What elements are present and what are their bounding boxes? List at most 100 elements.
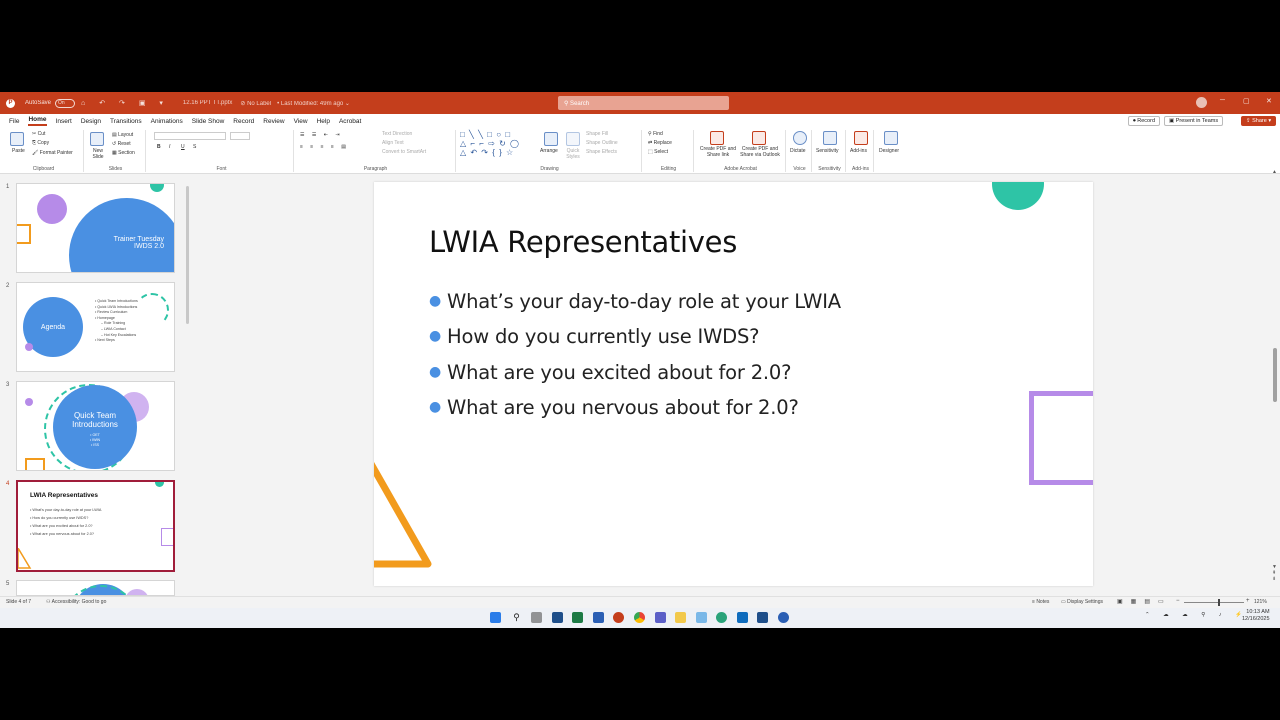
- sensitivity-icon[interactable]: [823, 131, 837, 145]
- shape-fill-button[interactable]: Shape Fill: [586, 131, 608, 137]
- pdf-outlook-icon[interactable]: [752, 131, 766, 145]
- align-buttons[interactable]: ≡ ≡ ≡ ≡ ▤: [300, 144, 349, 150]
- outlook-icon[interactable]: [737, 612, 748, 623]
- thumbnail-scrollbar[interactable]: [186, 182, 190, 594]
- clock[interactable]: 10:13 AM 12/16/2025: [1242, 609, 1270, 623]
- quick-access-toolbar[interactable]: ⌂ ↶ ↷ ▣ ▾: [81, 99, 169, 107]
- new-slide-button[interactable]: New Slide: [88, 148, 108, 160]
- addins-icon[interactable]: [854, 131, 868, 145]
- slide-canvas[interactable]: LWIA Representatives ● What’s your day-to…: [374, 182, 1093, 586]
- app-icon[interactable]: [757, 612, 768, 623]
- microphone-icon[interactable]: [793, 131, 807, 145]
- bullet-item[interactable]: ● What’s your day-to-day role at your LWI…: [429, 290, 841, 313]
- record-button[interactable]: ⏺ Record: [1128, 116, 1161, 126]
- select-button[interactable]: ⬚ Select: [648, 149, 668, 155]
- task-view-icon[interactable]: [531, 612, 542, 623]
- excel-icon[interactable]: [572, 612, 583, 623]
- thumbnail-slide-2[interactable]: Agenda • Quick Team Introductions • Quic…: [16, 282, 175, 372]
- file-explorer-icon[interactable]: [675, 612, 686, 623]
- tab-home[interactable]: Home: [28, 116, 47, 126]
- scrollbar-thumb[interactable]: [186, 186, 189, 324]
- format-painter-button[interactable]: 🖌 Format Painter: [32, 150, 73, 156]
- slide-bullet-list[interactable]: ● What’s your day-to-day role at your LWI…: [429, 290, 841, 432]
- slide-scrollbar[interactable]: ▲ ▼ ⇞ ⇟: [1272, 169, 1278, 588]
- app-icon[interactable]: [552, 612, 563, 623]
- thumbnail-slide-4[interactable]: LWIA Representatives • What's your day-t…: [16, 480, 175, 572]
- tab-acrobat[interactable]: Acrobat: [339, 118, 361, 125]
- close-button[interactable]: ✕: [1266, 97, 1272, 105]
- underline-button[interactable]: U: [181, 144, 185, 150]
- document-title[interactable]: 12.16 PPT TT.pptx: [183, 100, 232, 106]
- tab-review[interactable]: Review: [263, 118, 284, 125]
- tab-slide-show[interactable]: Slide Show: [192, 118, 225, 125]
- designer-button[interactable]: Designer: [879, 148, 899, 154]
- autosave-toggle[interactable]: On: [55, 98, 76, 108]
- shape-outline-button[interactable]: Shape Outline: [586, 140, 618, 146]
- bullet-item[interactable]: ● How do you currently use IWDS?: [429, 325, 841, 348]
- quick-styles-button[interactable]: Quick Styles: [564, 148, 582, 160]
- bold-button[interactable]: B: [157, 144, 161, 150]
- tab-transitions[interactable]: Transitions: [110, 118, 142, 125]
- create-pdf-share-link-button[interactable]: Create PDF and Share link: [698, 146, 738, 158]
- dictate-button[interactable]: Dictate: [790, 148, 806, 154]
- tab-insert[interactable]: Insert: [56, 118, 72, 125]
- tab-file[interactable]: File: [9, 118, 19, 125]
- word-icon[interactable]: [593, 612, 604, 623]
- convert-smartart-button[interactable]: Convert to SmartArt: [382, 149, 426, 155]
- accessibility-status[interactable]: ⚇ Accessibility: Good to go: [46, 599, 106, 605]
- find-button[interactable]: ⚲ Find: [648, 131, 663, 137]
- replace-button[interactable]: ⇄ Replace: [648, 140, 672, 146]
- italic-button[interactable]: I: [169, 144, 170, 150]
- tab-record[interactable]: Record: [233, 118, 254, 125]
- shapes-gallery[interactable]: □ ╲ ╲ □ ○ □ △ ⌐ ⌐ ⇨ ↻ ◯ △ ↶ ↷ { } ☆: [460, 130, 520, 157]
- shadow-button[interactable]: S: [193, 144, 196, 150]
- app-icon[interactable]: [696, 612, 707, 623]
- font-size-select[interactable]: [230, 132, 250, 140]
- align-text-button[interactable]: Align Text: [382, 140, 404, 146]
- app-icon[interactable]: [778, 612, 789, 623]
- minimize-button[interactable]: ─: [1220, 97, 1225, 104]
- arrange-button[interactable]: Arrange: [540, 148, 558, 154]
- notes-button[interactable]: ≡ Notes: [1032, 599, 1049, 605]
- search-icon[interactable]: ⚲: [511, 612, 522, 623]
- tab-design[interactable]: Design: [81, 118, 101, 125]
- scroll-up-icon[interactable]: ▲: [1272, 169, 1277, 175]
- tab-help[interactable]: Help: [317, 118, 330, 125]
- designer-icon[interactable]: [884, 131, 898, 145]
- layout-button[interactable]: ▤ Layout: [112, 132, 133, 138]
- quick-styles-icon[interactable]: [566, 132, 580, 146]
- powerpoint-icon[interactable]: [613, 612, 624, 623]
- edge-icon[interactable]: [716, 612, 727, 623]
- bullet-item[interactable]: ● What are you nervous about for 2.0?: [429, 396, 841, 419]
- create-pdf-outlook-button[interactable]: Create PDF and Share via Outlook: [736, 146, 784, 158]
- last-modified[interactable]: • Last Modified: 49m ago ⌄: [277, 100, 350, 107]
- addins-button[interactable]: Add-ins: [850, 148, 867, 154]
- new-slide-icon[interactable]: [90, 132, 104, 146]
- sensitivity-button[interactable]: Sensitivity: [816, 148, 839, 154]
- tab-view[interactable]: View: [294, 118, 308, 125]
- thumbnail-slide-1[interactable]: Trainer Tuesday IWDS 2.0: [16, 183, 175, 273]
- zoom-in-button[interactable]: +: [1246, 598, 1250, 604]
- scroll-down-icon[interactable]: ▼ ⇞ ⇟: [1272, 564, 1277, 582]
- tab-animations[interactable]: Animations: [151, 118, 183, 125]
- zoom-out-button[interactable]: −: [1176, 598, 1180, 604]
- arrange-icon[interactable]: [544, 132, 558, 146]
- teams-icon[interactable]: [655, 612, 666, 623]
- chrome-icon[interactable]: [634, 612, 645, 623]
- text-direction-button[interactable]: Text Direction: [382, 131, 412, 137]
- avatar[interactable]: [1196, 97, 1207, 108]
- display-settings-button[interactable]: ▭ Display Settings: [1061, 599, 1103, 605]
- view-buttons[interactable]: ▣▦▤▭: [1117, 598, 1172, 605]
- list-buttons[interactable]: ☰ ☰ ⇤ ⇥: [300, 132, 343, 138]
- zoom-slider-thumb[interactable]: [1218, 599, 1220, 606]
- sensitivity-label[interactable]: ⊘ No Label: [240, 100, 271, 107]
- reset-button[interactable]: ↺ Reset: [112, 141, 131, 147]
- shape-effects-button[interactable]: Shape Effects: [586, 149, 617, 155]
- zoom-level[interactable]: 121%: [1254, 599, 1267, 605]
- present-in-teams-button[interactable]: ▣ Present in Teams: [1164, 116, 1224, 126]
- bullet-item[interactable]: ● What are you excited about for 2.0?: [429, 361, 841, 384]
- slide-title[interactable]: LWIA Representatives: [429, 225, 737, 259]
- thumbnail-slide-5[interactable]: [16, 580, 175, 596]
- scrollbar-thumb[interactable]: [1273, 348, 1277, 402]
- section-button[interactable]: ▦ Section: [112, 150, 135, 156]
